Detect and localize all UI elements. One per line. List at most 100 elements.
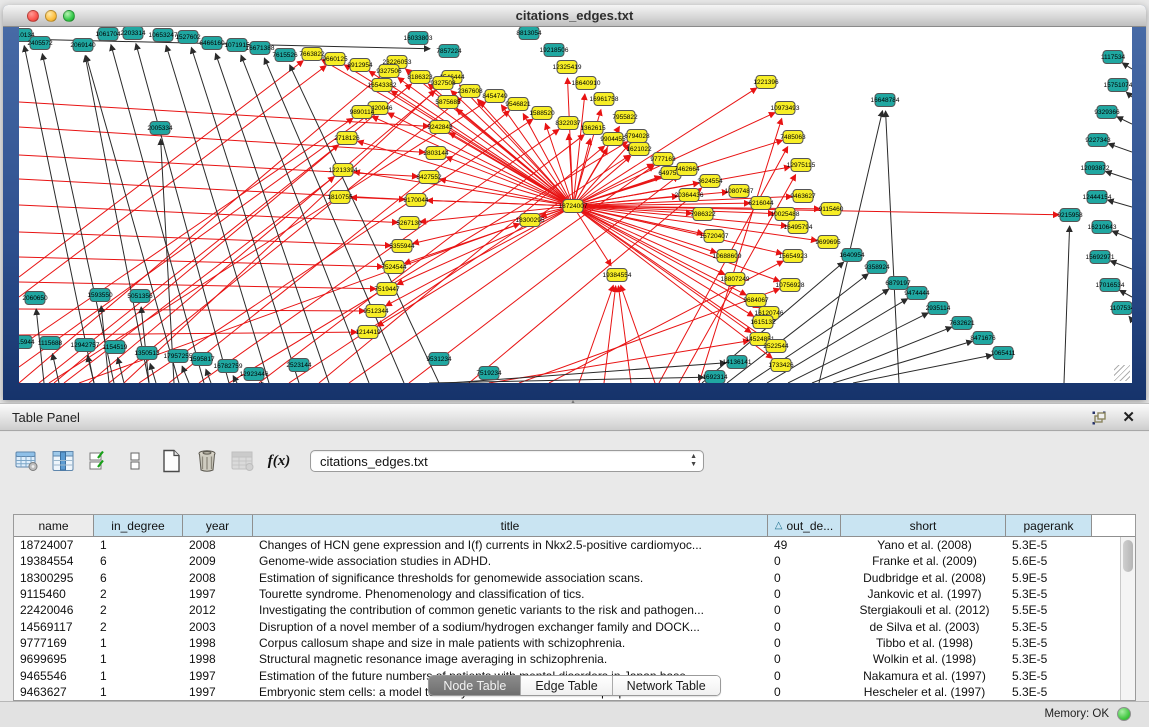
table-cell[interactable]: Structural magnetic resonance image aver… — [253, 652, 768, 666]
table-cell[interactable]: 6 — [94, 571, 183, 585]
table-cell[interactable]: 5.3E-5 — [1006, 636, 1092, 650]
graph-node[interactable]: 8427552 — [416, 171, 442, 184]
table-cell[interactable]: Genome-wide association studies in ADHD. — [253, 554, 768, 568]
graph-node[interactable]: 9242843 — [427, 121, 453, 134]
table-row[interactable]: 1872400712008Changes of HCN gene express… — [14, 537, 1120, 553]
resize-grip-icon[interactable] — [1114, 365, 1130, 381]
graph-node[interactable]: 17016534 — [1096, 279, 1125, 292]
graph-node[interactable]: 12444154 — [1083, 191, 1112, 204]
graph-node[interactable]: 2523144 — [286, 359, 312, 372]
graph-node[interactable]: 9531234 — [426, 353, 452, 366]
graph-node[interactable]: 9777163 — [650, 153, 676, 166]
table-cell[interactable]: 9777169 — [14, 636, 94, 650]
table-cell[interactable]: 5.3E-5 — [1006, 652, 1092, 666]
graph-node[interactable]: 9699695 — [815, 236, 841, 249]
graph-node[interactable]: 9115460 — [819, 203, 844, 216]
table-cell[interactable]: 5.5E-5 — [1006, 603, 1092, 617]
table-cell[interactable]: 6 — [94, 554, 183, 568]
graph-node[interactable]: 1640954 — [839, 249, 865, 262]
table-cell[interactable]: 0 — [768, 554, 841, 568]
graph-node[interactable]: 1107534 — [1110, 302, 1132, 315]
graph-node[interactable]: 1115688 — [38, 337, 63, 350]
graph-node[interactable]: 10807487 — [725, 185, 754, 198]
graph-node[interactable]: 16961758 — [590, 93, 619, 106]
table-cell[interactable]: 5.3E-5 — [1006, 587, 1092, 601]
table-cell[interactable]: 1 — [94, 538, 183, 552]
graph-node[interactable]: 2203314 — [120, 27, 146, 40]
table-cell[interactable]: 2008 — [183, 571, 253, 585]
graph-node[interactable]: 9512344 — [363, 305, 389, 318]
graph-node[interactable]: 16671388 — [246, 42, 275, 55]
table-row[interactable]: 2242004622012Investigating the contribut… — [14, 602, 1120, 618]
window-titlebar[interactable]: citations_edges.txt — [3, 5, 1146, 27]
table-cell[interactable]: Tourette syndrome. Phenomenology and cla… — [253, 587, 768, 601]
graph-node[interactable]: 12975115 — [787, 159, 816, 172]
graph-node[interactable]: 2069140 — [70, 39, 96, 52]
graph-node[interactable]: 9904455 — [600, 133, 626, 146]
graph-node[interactable]: 9660125 — [322, 53, 348, 66]
graph-node[interactable]: 9227343 — [1085, 134, 1111, 147]
column-header-short[interactable]: short — [841, 515, 1006, 536]
graph-node[interactable]: 9327506 — [376, 65, 402, 78]
tab-node-table[interactable]: Node Table — [429, 676, 521, 695]
graph-node[interactable]: 12213394 — [329, 164, 358, 177]
graph-node[interactable]: 7663822 — [299, 48, 325, 61]
graph-node[interactable]: 8471676 — [970, 332, 996, 345]
table-cell[interactable]: de Silva et al. (2003) — [841, 620, 1006, 634]
table-cell[interactable]: Stergiakouli et al. (2012) — [841, 603, 1006, 617]
graph-node[interactable]: 7632621 — [949, 317, 975, 330]
graph-node[interactable]: 12093872 — [1081, 162, 1110, 175]
graph-node[interactable]: 5875685 — [435, 96, 461, 109]
graph-node[interactable]: 7955822 — [612, 111, 638, 124]
graph-node[interactable]: 1350513 — [134, 347, 160, 360]
graph-node[interactable]: 2718126 — [334, 132, 360, 145]
graph-node[interactable]: 1214419 — [355, 326, 381, 339]
table-cell[interactable]: Franke et al. (2009) — [841, 554, 1006, 568]
column-header-name[interactable]: name — [14, 515, 94, 536]
graph-node[interactable]: 12325419 — [553, 61, 582, 74]
graph-node[interactable]: 6466160 — [199, 37, 225, 50]
graph-node[interactable]: 5051356 — [127, 290, 153, 303]
table-cell[interactable]: 2003 — [183, 620, 253, 634]
graph-node[interactable]: 7986322 — [690, 208, 716, 221]
graph-node[interactable]: 8454749 — [482, 90, 508, 103]
select-all-button[interactable] — [86, 448, 112, 474]
table-cell[interactable]: 0 — [768, 587, 841, 601]
table-cell[interactable]: 9699695 — [14, 652, 94, 666]
graph-node[interactable]: 15751074 — [1104, 79, 1132, 92]
graph-node[interactable]: 18807249 — [721, 273, 750, 286]
table-cell[interactable]: Tibbo et al. (1998) — [841, 636, 1006, 650]
close-panel-icon[interactable]: ✕ — [1122, 408, 1135, 426]
function-builder-button[interactable]: f(x) — [266, 448, 292, 474]
column-header-year[interactable]: year — [183, 515, 253, 536]
graph-node[interactable]: 2803144 — [423, 147, 449, 160]
unselect-all-button[interactable] — [122, 448, 148, 474]
graph-node[interactable]: 9463627 — [790, 190, 816, 203]
graph-node[interactable]: 18640910 — [572, 77, 601, 90]
table-cell[interactable]: 1 — [94, 636, 183, 650]
table-cell[interactable]: 18724007 — [14, 538, 94, 552]
table-cell[interactable]: 1998 — [183, 652, 253, 666]
table-cell[interactable]: 5.6E-5 — [1006, 554, 1092, 568]
graph-node[interactable]: 19218506 — [540, 44, 569, 57]
graph-node[interactable]: 1733426 — [768, 359, 794, 372]
graph-node[interactable]: 16648784 — [871, 94, 900, 107]
table-cell[interactable]: 0 — [768, 652, 841, 666]
table-cell[interactable]: 2008 — [183, 538, 253, 552]
graph-node[interactable]: 9890114 — [350, 106, 375, 119]
table-cell[interactable]: 0 — [768, 571, 841, 585]
graph-node[interactable]: 6794028 — [624, 130, 650, 143]
graph-node[interactable]: 5355944 — [389, 240, 415, 253]
table-cell[interactable]: 5.9E-5 — [1006, 571, 1092, 585]
graph-node[interactable]: 14136141 — [723, 356, 752, 369]
table-cell[interactable]: Corpus callosum shape and size in male p… — [253, 636, 768, 650]
column-header-in_degree[interactable]: in_degree — [94, 515, 183, 536]
graph-node[interactable]: 1061704 — [95, 28, 121, 41]
graph-node[interactable]: 7857224 — [436, 45, 462, 58]
column-settings-button[interactable] — [50, 448, 76, 474]
graph-node[interactable]: 1117534 — [1101, 51, 1126, 64]
graph-node[interactable]: 7615526 — [272, 49, 298, 62]
graph-node[interactable]: 8912954 — [347, 59, 373, 72]
table-cell[interactable]: Investigating the contribution of common… — [253, 603, 768, 617]
graph-node[interactable]: 15654923 — [779, 250, 808, 263]
